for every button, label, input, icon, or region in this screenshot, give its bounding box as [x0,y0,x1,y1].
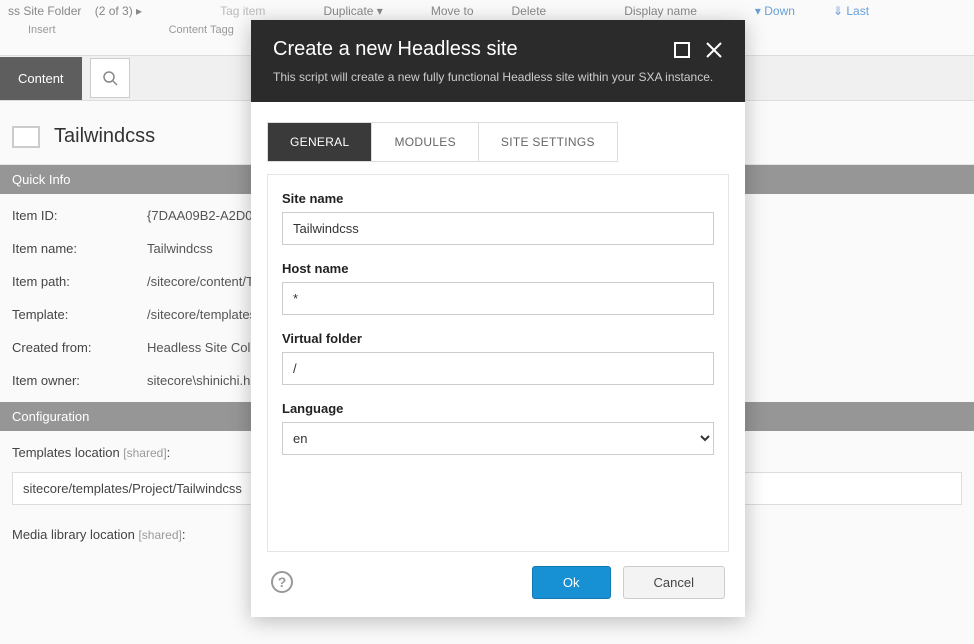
site-folder-label[interactable]: ss Site Folder (2 of 3) ▸ [8,4,142,18]
search-button[interactable] [90,58,130,98]
maximize-icon[interactable] [673,41,691,59]
search-icon [102,70,118,86]
display-name-button[interactable]: Display name [624,4,697,18]
tab-general[interactable]: GENERAL [268,123,372,161]
cancel-button[interactable]: Cancel [623,566,725,599]
host-name-input[interactable] [282,282,714,315]
shared-tag: [shared] [123,446,166,460]
move-to-button[interactable]: Move to [431,4,474,18]
duplicate-button[interactable]: Duplicate ▾ [323,4,382,18]
last-button[interactable]: ⇓ Last [833,4,869,18]
language-select[interactable]: en [282,422,714,455]
delete-button[interactable]: Delete [512,4,547,18]
create-headless-site-modal: Create a new Headless site This script w… [251,20,745,617]
modal-description: This script will create a new fully func… [273,69,723,86]
modal-title: Create a new Headless site [273,38,518,61]
templates-location-label: Templates location [12,445,120,460]
item-owner-label: Item owner: [12,373,147,388]
help-icon[interactable]: ? [271,571,293,593]
modal-tabs: GENERAL MODULES SITE SETTINGS [267,122,618,162]
template-label: Template: [12,307,147,322]
item-id-label: Item ID: [12,208,147,223]
site-name-input[interactable] [282,212,714,245]
language-label: Language [282,401,714,416]
site-name-label: Site name [282,191,714,206]
tab-modules[interactable]: MODULES [372,123,478,161]
down-button[interactable]: ▾ Down [755,4,795,18]
created-from-label: Created from: [12,340,147,355]
insert-label[interactable]: Insert [28,24,56,36]
page-icon [12,126,40,148]
ok-button[interactable]: Ok [532,566,611,599]
media-library-label: Media library location [12,527,135,542]
tab-site-settings[interactable]: SITE SETTINGS [479,123,617,161]
tab-content[interactable]: Content [0,57,82,100]
tag-item[interactable]: Tag item [220,4,265,18]
shared-tag-2: [shared] [138,528,181,542]
host-name-label: Host name [282,261,714,276]
item-path-label: Item path: [12,274,147,289]
close-icon[interactable] [705,41,723,59]
virtual-folder-input[interactable] [282,352,714,385]
page-title: Tailwindcss [54,125,155,148]
content-tag-label: Content Tagg [169,24,234,36]
virtual-folder-label: Virtual folder [282,331,714,346]
item-name-label: Item name: [12,241,147,256]
